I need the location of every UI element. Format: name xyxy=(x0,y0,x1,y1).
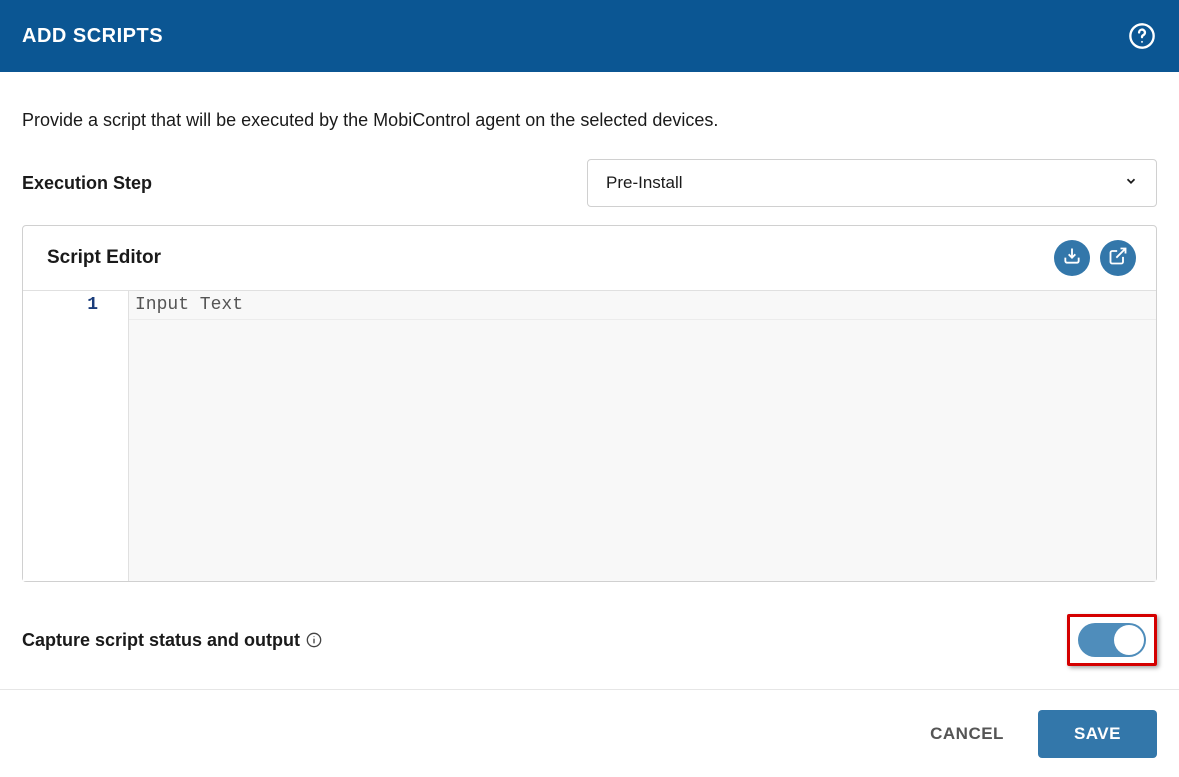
capture-output-label: Capture script status and output xyxy=(22,630,322,651)
script-editor-body[interactable]: 1 Input Text xyxy=(23,291,1156,581)
line-number-gutter: 1 xyxy=(23,291,129,581)
chevron-down-icon xyxy=(1124,173,1138,193)
execution-step-row: Execution Step Pre-Install xyxy=(22,159,1157,207)
dialog-description: Provide a script that will be executed b… xyxy=(22,110,1157,131)
info-icon[interactable] xyxy=(306,632,322,648)
dialog-footer: CANCEL SAVE xyxy=(0,689,1179,777)
script-editor-panel: Script Editor xyxy=(22,225,1157,582)
capture-output-toggle[interactable] xyxy=(1078,623,1146,657)
dialog-header: ADD SCRIPTS xyxy=(0,0,1179,72)
script-editor-actions xyxy=(1054,240,1136,276)
script-editor-header: Script Editor xyxy=(23,226,1156,291)
toggle-knob xyxy=(1114,625,1144,655)
capture-output-text: Capture script status and output xyxy=(22,630,300,651)
help-icon[interactable] xyxy=(1127,21,1157,51)
dialog-content: Provide a script that will be executed b… xyxy=(0,72,1179,686)
line-number: 1 xyxy=(23,293,128,317)
code-input-area[interactable]: Input Text xyxy=(129,291,1156,581)
export-script-button[interactable] xyxy=(1100,240,1136,276)
import-script-button[interactable] xyxy=(1054,240,1090,276)
save-button[interactable]: SAVE xyxy=(1038,710,1157,758)
execution-step-label: Execution Step xyxy=(22,173,587,194)
dialog-title: ADD SCRIPTS xyxy=(22,25,163,48)
capture-output-row: Capture script status and output xyxy=(22,614,1157,666)
execution-step-select[interactable]: Pre-Install xyxy=(587,159,1157,207)
execution-step-select-wrapper: Pre-Install xyxy=(587,159,1157,207)
external-link-icon xyxy=(1108,246,1128,271)
execution-step-value: Pre-Install xyxy=(606,173,683,193)
toggle-highlight xyxy=(1067,614,1157,666)
import-icon xyxy=(1062,246,1082,271)
cancel-button[interactable]: CANCEL xyxy=(930,724,1004,744)
script-editor-title: Script Editor xyxy=(47,247,161,269)
code-placeholder: Input Text xyxy=(129,291,1156,320)
